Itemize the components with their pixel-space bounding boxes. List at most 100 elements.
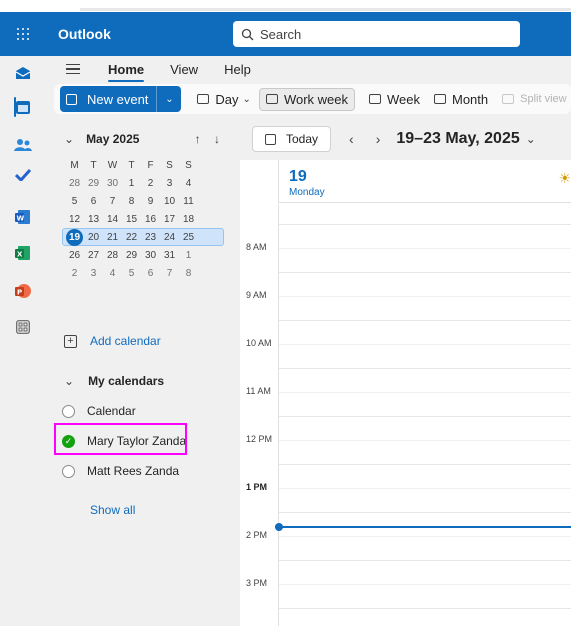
mini-calendar-day[interactable]: 13: [84, 214, 103, 225]
mini-calendar-day-number: 9: [147, 195, 154, 207]
mini-calendar-day[interactable]: 26: [65, 250, 84, 261]
show-all-link[interactable]: Show all: [90, 503, 135, 517]
my-calendars-header[interactable]: ⌄ My calendars: [64, 374, 164, 388]
selected-week-row: 19 20 21 22 23 24 25: [62, 228, 224, 246]
mini-calendar-day[interactable]: 16: [141, 214, 160, 225]
new-event-icon: [66, 93, 77, 105]
rail-excel[interactable]: X: [0, 238, 46, 268]
mini-calendar-day[interactable]: 17: [160, 214, 179, 225]
mini-calendar-day[interactable]: 30: [141, 250, 160, 261]
arrow-down-icon[interactable]: ↓: [214, 132, 220, 146]
mini-calendar-day[interactable]: 15: [122, 214, 141, 225]
mini-calendar-day[interactable]: 10: [160, 196, 179, 207]
mini-calendar-day[interactable]: 4: [179, 178, 198, 189]
mini-calendar-day[interactable]: 28: [103, 250, 122, 261]
half-hour-gridline: [279, 536, 571, 537]
mini-calendar-day[interactable]: 7: [160, 268, 179, 279]
calendar-item-calendar[interactable]: Calendar: [62, 404, 136, 418]
rail-apps[interactable]: [0, 312, 46, 342]
work-week-view-button[interactable]: Work week: [258, 87, 355, 111]
work-week-label: Work week: [283, 91, 348, 107]
mini-calendar-month[interactable]: May 2025: [86, 132, 139, 146]
mini-calendar-day[interactable]: 1: [179, 250, 198, 261]
mini-calendar-day[interactable]: 29: [122, 250, 141, 261]
hour-gridline: [279, 512, 571, 513]
split-view-button[interactable]: Split view: [502, 93, 567, 105]
mini-calendar-day[interactable]: 20: [84, 232, 103, 243]
mini-calendar-day[interactable]: 3: [160, 178, 179, 189]
mini-calendar-day[interactable]: 28: [65, 178, 84, 189]
week-view-button[interactable]: Week: [369, 92, 420, 107]
arrow-up-icon[interactable]: ↑: [195, 132, 201, 146]
app-launcher-button[interactable]: [0, 12, 46, 56]
app-rail: W X P: [0, 56, 46, 626]
mini-calendar-day[interactable]: 9: [141, 196, 160, 207]
tab-home[interactable]: Home: [108, 62, 145, 82]
tab-help[interactable]: Help: [224, 62, 251, 77]
mini-calendar-day[interactable]: 14: [103, 214, 122, 225]
time-label: 9 AM: [246, 290, 267, 300]
mini-calendar-day[interactable]: 8: [179, 268, 198, 279]
mini-calendar-day[interactable]: 27: [84, 250, 103, 261]
rail-people[interactable]: [0, 130, 46, 160]
rail-mail[interactable]: [0, 58, 46, 88]
mini-calendar-day[interactable]: 4: [103, 268, 122, 279]
rail-powerpoint[interactable]: P: [0, 276, 46, 306]
hour-gridline: [279, 608, 571, 609]
mini-calendar-day[interactable]: 2: [141, 178, 160, 189]
weekday-label: T: [128, 159, 135, 171]
my-calendars-label: My calendars: [88, 374, 165, 388]
mini-calendar-day[interactable]: 7: [103, 196, 122, 207]
mini-calendar-day[interactable]: 18: [179, 214, 198, 225]
mini-calendar-day[interactable]: 2: [65, 268, 84, 279]
new-event-dropdown[interactable]: ⌄: [157, 94, 181, 105]
mini-calendar-day[interactable]: 5: [65, 196, 84, 207]
rail-calendar[interactable]: [0, 92, 46, 122]
mini-calendar-day[interactable]: 30: [103, 178, 122, 189]
mini-calendar-day-number: 17: [163, 213, 176, 225]
calendar-item-matt-rees-zanda[interactable]: Matt Rees Zanda: [62, 464, 179, 478]
mini-calendar-day[interactable]: 8: [122, 196, 141, 207]
mini-calendar-day[interactable]: 6: [84, 196, 103, 207]
mini-calendar-day-number: 14: [106, 213, 119, 225]
mini-calendar-day[interactable]: 24: [160, 232, 179, 243]
mini-calendar-day-number: 27: [87, 249, 100, 261]
mini-calendar-day-number: 24: [163, 231, 176, 243]
mini-calendar-day-number: 19: [66, 228, 83, 246]
mini-calendar-day[interactable]: 22: [122, 232, 141, 243]
previous-arrow-icon[interactable]: ‹: [349, 131, 354, 147]
month-view-button[interactable]: Month: [434, 92, 488, 107]
calendar-toggle-radio[interactable]: [62, 464, 75, 478]
next-arrow-icon[interactable]: ›: [376, 131, 381, 147]
mini-calendar-day[interactable]: 1: [122, 178, 141, 189]
day-column[interactable]: [275, 204, 571, 626]
day-view-button[interactable]: Day ⌄: [197, 92, 251, 107]
mini-calendar-day[interactable]: 3: [84, 268, 103, 279]
day-header-monday[interactable]: 19 Monday ☀: [278, 160, 571, 203]
calendar-toggle-radio[interactable]: [62, 404, 75, 418]
mini-calendar-day[interactable]: 6: [141, 268, 160, 279]
mini-calendar-day[interactable]: 12: [65, 214, 84, 225]
mini-calendar-day[interactable]: 19: [65, 228, 84, 246]
mini-calendar-day[interactable]: 23: [141, 232, 160, 243]
mini-calendar-day[interactable]: 21: [103, 232, 122, 243]
today-button[interactable]: Today: [252, 126, 332, 152]
mini-calendar-day-number: 12: [68, 213, 81, 225]
mini-calendar-day-number: 2: [71, 267, 78, 279]
new-event-button[interactable]: New event ⌄: [60, 86, 182, 112]
hamburger-menu-icon[interactable]: [66, 61, 88, 78]
rail-word[interactable]: W: [0, 202, 46, 232]
date-range-picker[interactable]: 19–23 May, 2025 ⌄: [396, 130, 535, 148]
search-box[interactable]: Search: [233, 21, 520, 47]
collapse-chevron-icon[interactable]: ⌄: [64, 132, 74, 146]
mini-calendar-day[interactable]: 25: [179, 232, 198, 243]
mini-calendar-day[interactable]: 31: [160, 250, 179, 261]
mini-calendar-day[interactable]: 11: [179, 196, 198, 207]
mini-calendar-day[interactable]: 29: [84, 178, 103, 189]
mini-calendar-day[interactable]: 5: [122, 268, 141, 279]
new-event-main[interactable]: New event: [60, 92, 156, 107]
rail-todo[interactable]: [0, 160, 46, 190]
mini-calendar-day-number: 6: [90, 195, 97, 207]
add-calendar-link[interactable]: + Add calendar: [64, 334, 161, 348]
tab-view[interactable]: View: [170, 62, 198, 77]
